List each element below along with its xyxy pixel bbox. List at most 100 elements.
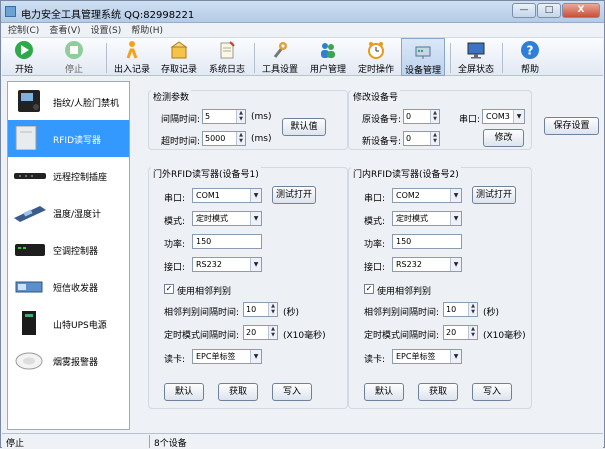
modify-device-id-group: 修改设备号 原设备号: 0 ▲ ▼ 新设备号: 0 ▲ ▼ 串口: COM3 ▼ 修改 — [348, 90, 532, 150]
device-management-button[interactable]: 设备管理 — [401, 38, 445, 76]
inner-adjacent-checkbox[interactable]: ✓ — [364, 284, 374, 294]
chevron-down-icon[interactable]: ▼ — [250, 189, 261, 202]
spinner-arrows-icon[interactable]: ▲ ▼ — [236, 110, 245, 123]
device-count-text: 8个设备 — [154, 439, 187, 449]
tool-settings-button[interactable]: 工具设置 — [259, 38, 301, 76]
device-settings-panel: 检测参数 间隔时间: 5 ▲ ▼ (ms) 超时时间: 5000 ▲ ▼ (ms) 默认… — [136, 81, 604, 431]
sidebar-item-rfid[interactable]: RFID读写器 — [8, 120, 129, 157]
svg-text:?: ? — [527, 44, 534, 58]
store-records-button[interactable]: 存取记录 — [158, 38, 200, 76]
smoke-detector-icon — [15, 352, 43, 370]
run-state-text: 停止 — [6, 439, 25, 449]
modify-port-select[interactable]: COM3 ▼ — [482, 109, 525, 124]
outer-read-card-select[interactable]: EPC单标签 ▼ — [192, 349, 262, 364]
inner-reader-group: 门内RFID读写器(设备号2) 串口: COM2 ▼ 测试打开 模式: 定时模式 ▼… — [348, 167, 532, 409]
help-button[interactable]: ? 帮助 — [510, 38, 550, 76]
notepad-icon — [220, 41, 235, 59]
status-bar: 停止 8个设备 — [2, 433, 603, 449]
outer-default-button[interactable]: 默认 — [164, 383, 204, 401]
chevron-down-icon[interactable]: ▼ — [450, 212, 461, 225]
users-icon — [321, 43, 335, 58]
inner-default-button[interactable]: 默认 — [364, 383, 404, 401]
inner-power-input[interactable]: 150 — [392, 234, 462, 249]
chevron-down-icon[interactable]: ▼ — [250, 258, 261, 271]
title-bar[interactable]: 电力安全工具管理系统 QQ:82998221 — □ X — [1, 1, 604, 23]
outer-power-input[interactable]: 150 — [192, 234, 262, 249]
outer-write-button[interactable]: 写入 — [272, 383, 312, 401]
menu-control[interactable]: 控制(C) — [8, 23, 39, 36]
outer-mode-select[interactable]: 定时模式 ▼ — [192, 211, 262, 226]
spinner-arrows-icon[interactable]: ▲ ▼ — [268, 303, 277, 316]
toolbar-separator — [502, 43, 503, 73]
spinner-arrows-icon[interactable]: ▲ ▼ — [268, 326, 277, 339]
outer-test-open-button[interactable]: 测试打开 — [272, 186, 316, 204]
spinner-arrows-icon[interactable]: ▲ ▼ — [468, 326, 477, 339]
spinner-arrows-icon[interactable]: ▲ ▼ — [468, 303, 477, 316]
chevron-down-icon[interactable]: ▼ — [450, 258, 461, 271]
inner-test-open-button[interactable]: 测试打开 — [472, 186, 516, 204]
chevron-down-icon[interactable]: ▼ — [250, 212, 261, 225]
person-walk-icon — [126, 41, 138, 59]
close-button[interactable]: X — [562, 3, 600, 18]
toolbar: 开始 停止 出入记录 存取记录 系统日志 工具设置 用户管理 定时操作 设备管理… — [2, 37, 603, 76]
sidebar-item-ac-controller[interactable]: 空调控制器 — [8, 231, 129, 268]
inner-timer-interval-spinner[interactable]: 20 ▲ ▼ — [443, 325, 478, 340]
menu-bar: 控制(C) 查看(V) 设置(S) 帮助(H) — [1, 23, 604, 36]
menu-settings[interactable]: 设置(S) — [91, 23, 122, 36]
old-device-id-spinner[interactable]: 0 ▲ ▼ — [403, 109, 440, 124]
spinner-arrows-icon[interactable]: ▲ ▼ — [430, 132, 439, 145]
status-separator — [149, 435, 150, 448]
outer-adjacent-checkbox[interactable]: ✓ — [164, 284, 174, 294]
chevron-down-icon[interactable]: ▼ — [450, 350, 461, 363]
monitor-icon — [467, 42, 485, 59]
wrench-icon — [273, 42, 287, 58]
start-button[interactable]: 开始 — [6, 38, 42, 76]
chevron-down-icon[interactable]: ▼ — [513, 110, 524, 123]
help-icon: ? — [521, 41, 539, 59]
sidebar-item-smoke[interactable]: 烟雾报警器 — [8, 342, 129, 379]
menu-view[interactable]: 查看(V) — [49, 23, 80, 36]
sidebar-item-remote-socket[interactable]: 远程控制插座 — [8, 157, 129, 194]
spinner-arrows-icon[interactable]: ▲ ▼ — [236, 132, 245, 145]
fullscreen-status-button[interactable]: 全屏状态 — [455, 38, 497, 76]
interval-spinner[interactable]: 5 ▲ ▼ — [202, 109, 246, 124]
inner-port-select[interactable]: COM2 ▼ — [392, 188, 462, 203]
thermometer-icon — [14, 206, 46, 222]
device-type-list: 指纹/人脸门禁机 RFID读写器 远程控制插座 温度/湿度计 空调控制器 短信收… — [7, 81, 130, 430]
maximize-button[interactable]: □ — [537, 3, 561, 18]
outer-get-button[interactable]: 获取 — [218, 383, 258, 401]
outer-interface-select[interactable]: RS232 ▼ — [192, 257, 262, 272]
outer-timer-interval-spinner[interactable]: 20 ▲ ▼ — [243, 325, 278, 340]
window-title: 电力安全工具管理系统 QQ:82998221 — [21, 10, 195, 21]
checkout-records-button[interactable]: 出入记录 — [112, 38, 152, 76]
system-log-button[interactable]: 系统日志 — [206, 38, 248, 76]
menu-help[interactable]: 帮助(H) — [131, 23, 163, 36]
inner-interface-select[interactable]: RS232 ▼ — [392, 257, 462, 272]
chevron-down-icon[interactable]: ▼ — [250, 350, 261, 363]
inner-mode-select[interactable]: 定时模式 ▼ — [392, 211, 462, 226]
inner-write-button[interactable]: 写入 — [472, 383, 512, 401]
new-device-id-spinner[interactable]: 0 ▲ ▼ — [403, 131, 440, 146]
timeout-spinner[interactable]: 5000 ▲ ▼ — [202, 131, 246, 146]
chevron-down-icon[interactable]: ▼ — [450, 189, 461, 202]
minimize-button[interactable]: — — [512, 3, 536, 18]
alarm-clock-icon — [368, 42, 384, 59]
toolbar-separator — [254, 43, 255, 73]
inner-read-card-select[interactable]: EPC单标签 ▼ — [392, 349, 462, 364]
inner-adjacent-interval-spinner[interactable]: 10 ▲ ▼ — [443, 302, 478, 317]
stop-button[interactable]: 停止 — [56, 38, 92, 76]
sidebar-item-thermometer[interactable]: 温度/湿度计 — [8, 194, 129, 231]
inner-get-button[interactable]: 获取 — [418, 383, 458, 401]
outer-adjacent-interval-spinner[interactable]: 10 ▲ ▼ — [243, 302, 278, 317]
default-value-button[interactable]: 默认值 — [282, 118, 326, 136]
sidebar-item-fingerprint[interactable]: 指纹/人脸门禁机 — [8, 83, 129, 120]
sidebar-item-sms[interactable]: 短信收发器 — [8, 268, 129, 305]
modify-button[interactable]: 修改 — [483, 129, 524, 147]
timed-operation-button[interactable]: 定时操作 — [355, 38, 397, 76]
save-settings-button[interactable]: 保存设置 — [544, 117, 599, 135]
outer-port-select[interactable]: COM1 ▼ — [192, 188, 262, 203]
play-icon — [15, 41, 33, 59]
user-management-button[interactable]: 用户管理 — [307, 38, 349, 76]
spinner-arrows-icon[interactable]: ▲ ▼ — [430, 110, 439, 123]
sidebar-item-ups[interactable]: 山特UPS电源 — [8, 305, 129, 342]
